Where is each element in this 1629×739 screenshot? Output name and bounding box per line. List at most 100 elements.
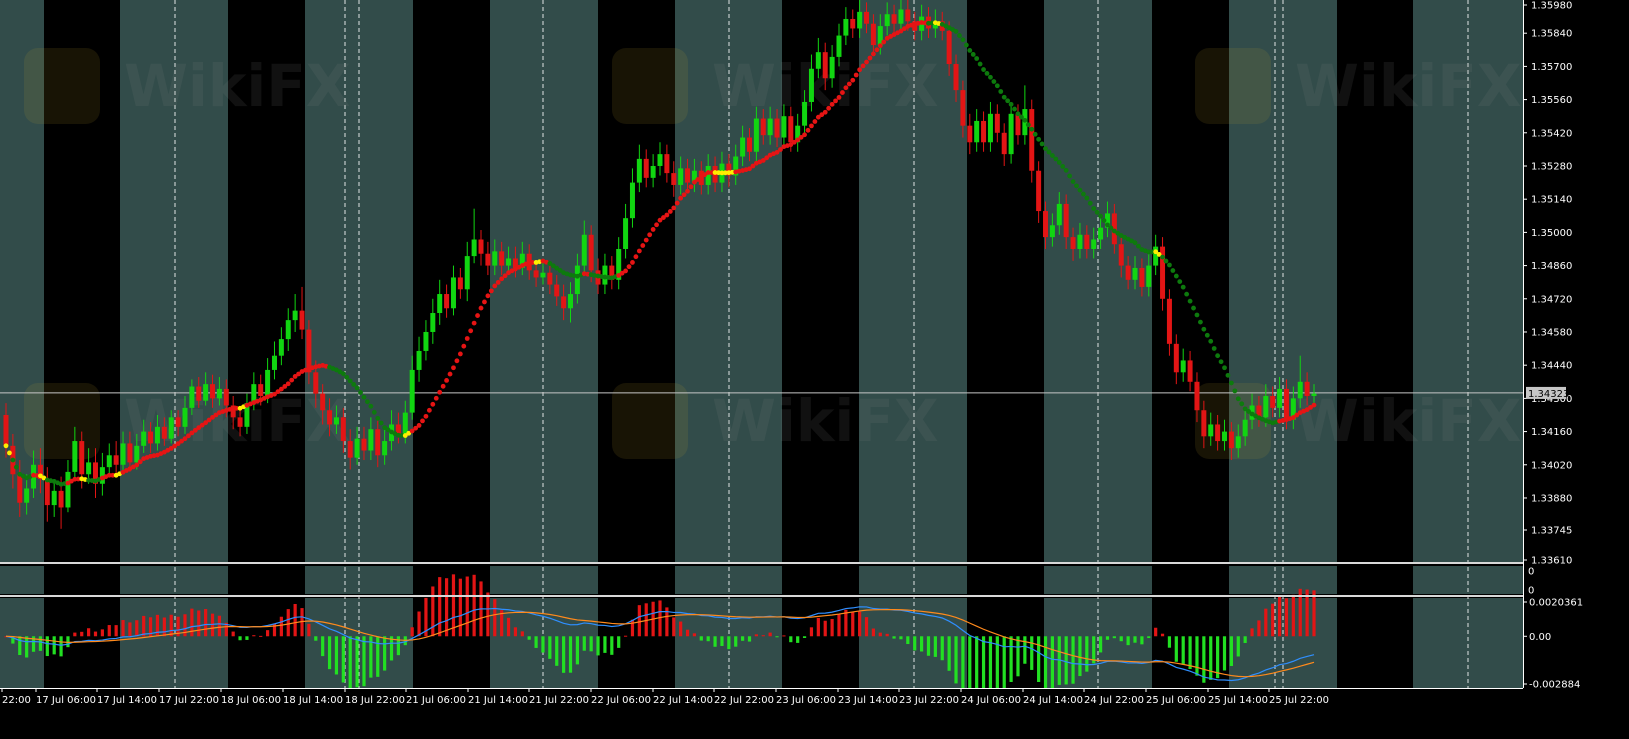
- candle-body: [1242, 419, 1248, 437]
- ma-dot: [478, 305, 484, 311]
- macd-histogram-bar: [162, 617, 166, 637]
- ma-dot: [416, 423, 422, 428]
- ma-dot: [1211, 346, 1217, 351]
- candle-body: [554, 284, 560, 297]
- candle-body: [237, 417, 243, 427]
- ma-dot: [636, 248, 642, 254]
- ma-dot: [1198, 319, 1203, 325]
- candle-body: [753, 118, 759, 152]
- ma-dot: [822, 109, 828, 115]
- candle-body: [1166, 298, 1172, 344]
- candle-body: [1187, 360, 1193, 382]
- ma-dot: [860, 63, 866, 69]
- time-tick-label: 18 Jul 22:00: [345, 695, 405, 706]
- ma-dot: [805, 127, 811, 133]
- session-band: [782, 566, 859, 594]
- candle-body: [327, 410, 333, 425]
- candle-body: [581, 234, 587, 266]
- trading-chart[interactable]: WikiFX WikiFX WikiFXWikiFX WikiFX WikiFX 1.3…: [0, 0, 1629, 739]
- candle-body: [1222, 431, 1228, 442]
- session-band: [967, 566, 1044, 594]
- candle-body: [265, 369, 271, 397]
- ma-dot: [1046, 149, 1052, 155]
- macd-histogram-bar: [259, 635, 263, 637]
- macd-histogram-bar: [802, 636, 807, 638]
- macd-histogram-bar: [562, 636, 566, 673]
- price-tick-label: 1.35420: [1531, 128, 1572, 139]
- macd-histogram-bar: [93, 631, 98, 637]
- candle-body: [292, 310, 298, 321]
- macd-tick-label: -0.002884: [1529, 680, 1580, 691]
- macd-histogram-bar: [293, 603, 297, 637]
- candle-body: [870, 23, 876, 46]
- macd-histogram-bar: [851, 611, 855, 637]
- price-tick-label: 1.34020: [1531, 460, 1572, 471]
- ma-dot: [1063, 167, 1069, 173]
- macd-histogram-bar: [568, 636, 573, 673]
- time-tick-label: 24 Jul 14:00: [1023, 695, 1083, 706]
- ma-dot: [340, 371, 346, 377]
- macd-histogram-bar: [1174, 636, 1178, 662]
- ma-dot: [1053, 156, 1059, 162]
- macd-histogram-bar: [775, 636, 779, 638]
- ma-dot: [846, 81, 852, 87]
- candle-body: [182, 407, 188, 427]
- candle-body: [382, 441, 388, 456]
- ma-dot: [1239, 401, 1245, 407]
- macd-histogram-bar: [197, 610, 201, 637]
- candle-body: [189, 386, 195, 408]
- macd-histogram-bar: [1188, 636, 1192, 670]
- session-band: [0, 598, 44, 688]
- ma-dot: [475, 313, 480, 318]
- ma-dot: [998, 89, 1004, 94]
- candle-body: [1077, 234, 1083, 249]
- ma-dot: [840, 90, 845, 95]
- macd-histogram-bar: [548, 636, 552, 659]
- candle-body: [285, 320, 291, 340]
- ma-dot: [988, 74, 993, 80]
- macd-histogram-bar: [1112, 636, 1116, 639]
- macd-histogram-bar: [417, 611, 421, 637]
- macd-histogram-bar: [135, 620, 139, 637]
- price-tick-label: 1.35840: [1531, 29, 1572, 40]
- macd-histogram-bar: [1243, 636, 1247, 643]
- macd-histogram-bar: [878, 632, 882, 637]
- candle-body: [471, 239, 477, 257]
- macd-histogram-bar: [52, 636, 56, 655]
- macd-histogram-bar: [1098, 636, 1103, 653]
- ma-dot: [809, 123, 814, 129]
- macd-histogram-bar: [1154, 627, 1158, 637]
- candle-body: [24, 488, 30, 503]
- macd-histogram-bar: [18, 636, 22, 656]
- price-tick-label: 1.34720: [1531, 294, 1572, 305]
- ma-dot: [1191, 305, 1196, 311]
- ma-dot: [1098, 213, 1103, 219]
- macd-tick-label: 0.0020361: [1529, 598, 1583, 609]
- ma-dot: [1074, 183, 1079, 189]
- candle-body: [72, 441, 78, 472]
- ma-dot: [867, 55, 873, 61]
- watermark-text: WikiFX: [712, 387, 939, 455]
- candle-body: [836, 35, 842, 57]
- macd-histogram-bar: [747, 636, 752, 642]
- candle-body: [788, 116, 794, 143]
- ma-dot: [1091, 206, 1097, 211]
- macd-histogram-bar: [486, 592, 490, 637]
- candle-body: [884, 14, 890, 27]
- macd-histogram-bar: [1140, 636, 1144, 645]
- macd-histogram-bar: [513, 627, 518, 637]
- macd-histogram-bar: [348, 636, 352, 690]
- candle-body: [1056, 203, 1062, 226]
- ma-dot: [354, 385, 360, 391]
- ma-dot: [1163, 258, 1169, 264]
- candle-body: [1132, 267, 1138, 280]
- session-band: [228, 598, 305, 688]
- macd-histogram-bar: [334, 636, 339, 675]
- ma-dot: [13, 464, 19, 470]
- candle-body: [258, 384, 264, 397]
- candle-body: [547, 272, 553, 285]
- macd-histogram-bar: [582, 636, 586, 651]
- macd-histogram-bar: [913, 636, 917, 651]
- candle-body: [588, 234, 594, 271]
- candle-body: [1029, 109, 1035, 171]
